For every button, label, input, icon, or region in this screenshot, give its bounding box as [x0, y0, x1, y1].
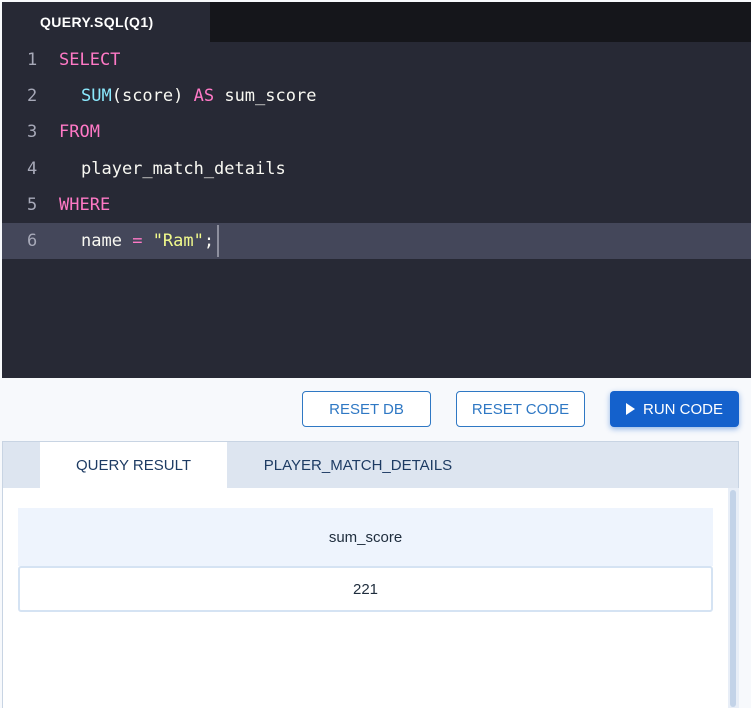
reset-code-button[interactable]: RESET CODE — [456, 391, 585, 427]
text-cursor — [217, 225, 219, 258]
identifier-token: player_match_details — [81, 158, 286, 179]
column-header-sum-score: sum_score — [18, 508, 713, 566]
identifier-token: name — [81, 231, 133, 252]
result-tabs: QUERY RESULT PLAYER_MATCH_DETAILS — [3, 442, 738, 488]
code-line-2[interactable]: 2 SUM (score) AS sum_score — [2, 78, 751, 114]
line-number: 3 — [27, 122, 38, 143]
table-cell: 221 — [18, 566, 713, 612]
code-line-1[interactable]: 1 SELECT — [2, 42, 751, 78]
tab-query-result[interactable]: QUERY RESULT — [40, 442, 227, 488]
vertical-scrollbar[interactable] — [728, 488, 739, 708]
code-line-5[interactable]: 5 WHERE — [2, 187, 751, 223]
tab-player-match-details[interactable]: PLAYER_MATCH_DETAILS — [243, 442, 473, 488]
reset-db-button[interactable]: RESET DB — [302, 391, 431, 427]
scrollbar-thumb[interactable] — [730, 490, 736, 707]
identifier-token — [142, 231, 152, 251]
operator-token: = — [132, 231, 143, 252]
identifier-token: ; — [203, 231, 215, 252]
file-tab-query-sql[interactable]: QUERY.SQL(Q1) — [2, 2, 210, 42]
keyword-token: FROM — [59, 122, 100, 143]
code-editor[interactable]: QUERY.SQL(Q1) 1 SELECT 2 SUM (score) AS … — [2, 2, 751, 378]
line-number: 4 — [27, 158, 38, 179]
action-toolbar: RESET DB RESET CODE RUN CODE — [0, 378, 751, 440]
editor-tab-bar: QUERY.SQL(Q1) — [2, 2, 751, 42]
code-line-6[interactable]: 6 name = "Ram" ; — [2, 222, 751, 260]
line-number: 5 — [27, 194, 38, 215]
line-number: 2 — [27, 86, 38, 107]
identifier-token: (score) — [111, 86, 194, 107]
function-token: SUM — [81, 86, 112, 107]
code-area[interactable]: 1 SELECT 2 SUM (score) AS sum_score 3 FR… — [2, 42, 751, 260]
result-table-area: sum_score 221 — [3, 488, 728, 708]
line-number: 1 — [27, 50, 38, 71]
keyword-token: AS — [193, 86, 215, 107]
line-number: 6 — [27, 231, 38, 252]
keyword-token: SELECT — [59, 50, 121, 71]
code-line-4[interactable]: 4 player_match_details — [2, 151, 751, 187]
run-code-label: RUN CODE — [642, 400, 723, 418]
code-line-3[interactable]: 3 FROM — [2, 114, 751, 150]
keyword-token: WHERE — [59, 194, 111, 215]
result-panel: QUERY RESULT PLAYER_MATCH_DETAILS sum_sc… — [2, 441, 739, 708]
string-token: "Ram" — [152, 231, 204, 252]
run-code-button[interactable]: RUN CODE — [610, 391, 739, 427]
play-icon — [625, 403, 635, 415]
identifier-token: sum_score — [214, 86, 317, 107]
